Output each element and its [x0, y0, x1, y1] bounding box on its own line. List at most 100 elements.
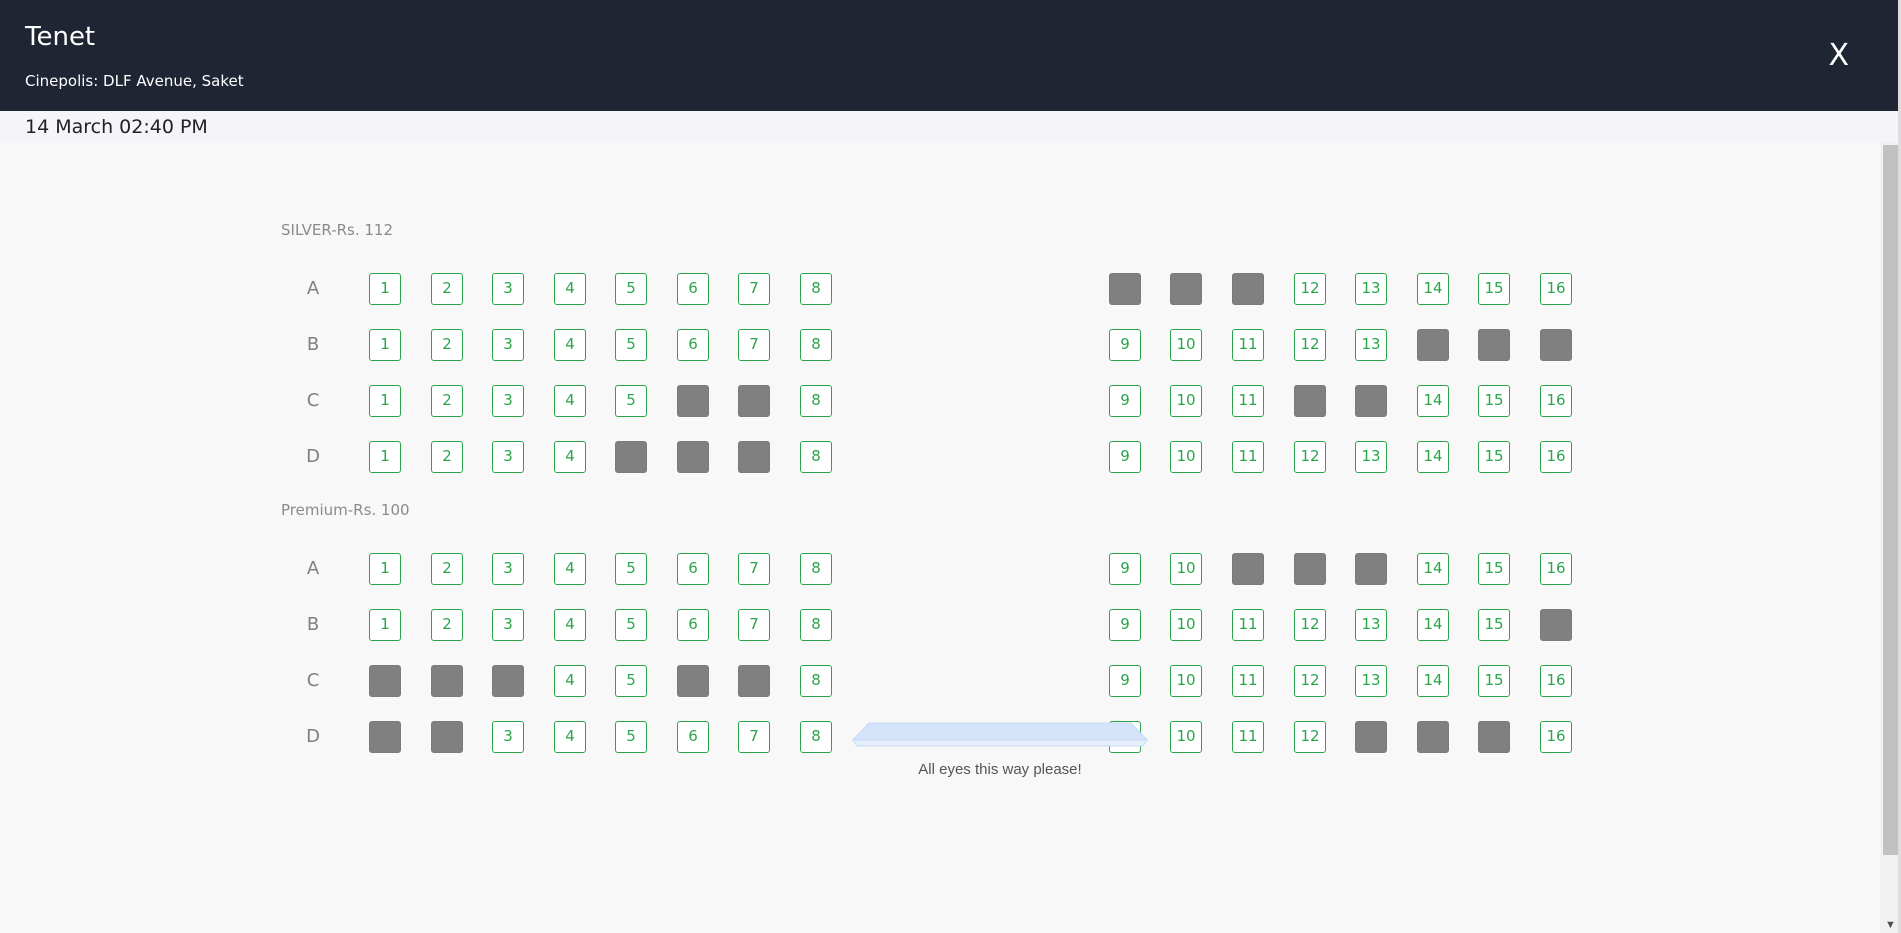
seat-available[interactable]: 3 [492, 441, 524, 473]
seat-available[interactable]: 10 [1170, 721, 1202, 753]
seat-available[interactable]: 14 [1417, 665, 1449, 697]
seat-available[interactable]: 7 [738, 609, 770, 641]
scroll-down-arrow-icon[interactable]: ▼ [1885, 919, 1896, 931]
seat-available[interactable]: 3 [492, 721, 524, 753]
seat-available[interactable]: 4 [554, 553, 586, 585]
seat-available[interactable]: 8 [800, 553, 832, 585]
seat-available[interactable]: 1 [369, 609, 401, 641]
seat-available[interactable]: 14 [1417, 273, 1449, 305]
seat-available[interactable]: 3 [492, 273, 524, 305]
seat-available[interactable]: 15 [1478, 273, 1510, 305]
seat-available[interactable]: 8 [800, 385, 832, 417]
seat-available[interactable]: 11 [1232, 385, 1264, 417]
seat-available[interactable]: 15 [1478, 609, 1510, 641]
seat-available[interactable]: 8 [800, 273, 832, 305]
seat-available[interactable]: 8 [800, 721, 832, 753]
seat-available[interactable]: 7 [738, 329, 770, 361]
seat-available[interactable]: 3 [492, 385, 524, 417]
seat-available[interactable]: 14 [1417, 609, 1449, 641]
seat-available[interactable]: 12 [1294, 665, 1326, 697]
seat-available[interactable]: 10 [1170, 385, 1202, 417]
seat-available[interactable]: 13 [1355, 273, 1387, 305]
seat-available[interactable]: 4 [554, 385, 586, 417]
seat-available[interactable]: 8 [800, 665, 832, 697]
seat-available[interactable]: 16 [1540, 553, 1572, 585]
seat-available[interactable]: 14 [1417, 441, 1449, 473]
seat-available[interactable]: 15 [1478, 441, 1510, 473]
seat-available[interactable]: 10 [1170, 329, 1202, 361]
seat-available[interactable]: 3 [492, 609, 524, 641]
seat-available[interactable]: 1 [369, 385, 401, 417]
seat-available[interactable]: 5 [615, 273, 647, 305]
seat-available[interactable]: 6 [677, 273, 709, 305]
seat-available[interactable]: 16 [1540, 665, 1572, 697]
seat-available[interactable]: 3 [492, 553, 524, 585]
seat-available[interactable]: 1 [369, 553, 401, 585]
seat-available[interactable]: 4 [554, 721, 586, 753]
seat-available[interactable]: 2 [431, 609, 463, 641]
seat-available[interactable]: 4 [554, 273, 586, 305]
seat-available[interactable]: 11 [1232, 441, 1264, 473]
seat-available[interactable]: 9 [1109, 665, 1141, 697]
seat-available[interactable]: 5 [615, 665, 647, 697]
seat-available[interactable]: 7 [738, 553, 770, 585]
seat-available[interactable]: 2 [431, 553, 463, 585]
seat-available[interactable]: 14 [1417, 553, 1449, 585]
seat-available[interactable]: 13 [1355, 329, 1387, 361]
seat-available[interactable]: 11 [1232, 721, 1264, 753]
seat-available[interactable]: 11 [1232, 665, 1264, 697]
seat-available[interactable]: 12 [1294, 441, 1326, 473]
seat-available[interactable]: 8 [800, 441, 832, 473]
seat-available[interactable]: 1 [369, 441, 401, 473]
seat-available[interactable]: 2 [431, 329, 463, 361]
seat-available[interactable]: 10 [1170, 665, 1202, 697]
seat-available[interactable]: 1 [369, 329, 401, 361]
seat-available[interactable]: 3 [492, 329, 524, 361]
seat-available[interactable]: 7 [738, 721, 770, 753]
seat-available[interactable]: 4 [554, 329, 586, 361]
seat-available[interactable]: 10 [1170, 441, 1202, 473]
seat-available[interactable]: 5 [615, 609, 647, 641]
seat-available[interactable]: 5 [615, 385, 647, 417]
seat-available[interactable]: 11 [1232, 329, 1264, 361]
seat-available[interactable]: 7 [738, 273, 770, 305]
seat-available[interactable]: 9 [1109, 609, 1141, 641]
seat-available[interactable]: 5 [615, 329, 647, 361]
seat-available[interactable]: 10 [1170, 609, 1202, 641]
seat-available[interactable]: 4 [554, 665, 586, 697]
scrollbar-thumb[interactable] [1883, 145, 1898, 855]
seat-available[interactable]: 6 [677, 609, 709, 641]
seat-available[interactable]: 6 [677, 329, 709, 361]
seat-available[interactable]: 11 [1232, 609, 1264, 641]
seat-available[interactable]: 13 [1355, 609, 1387, 641]
seat-available[interactable]: 16 [1540, 721, 1572, 753]
seat-available[interactable]: 5 [615, 721, 647, 753]
seat-available[interactable]: 4 [554, 609, 586, 641]
seat-available[interactable]: 8 [800, 609, 832, 641]
seat-available[interactable]: 16 [1540, 273, 1572, 305]
seat-available[interactable]: 12 [1294, 273, 1326, 305]
seat-available[interactable]: 12 [1294, 329, 1326, 361]
seat-available[interactable]: 12 [1294, 721, 1326, 753]
seat-available[interactable]: 14 [1417, 385, 1449, 417]
seat-available[interactable]: 9 [1109, 553, 1141, 585]
seat-available[interactable]: 2 [431, 273, 463, 305]
seat-available[interactable]: 16 [1540, 441, 1572, 473]
seat-available[interactable]: 5 [615, 553, 647, 585]
seat-available[interactable]: 10 [1170, 553, 1202, 585]
seat-available[interactable]: 6 [677, 553, 709, 585]
seat-available[interactable]: 9 [1109, 329, 1141, 361]
seat-available[interactable]: 8 [800, 329, 832, 361]
seat-available[interactable]: 9 [1109, 441, 1141, 473]
seat-available[interactable]: 12 [1294, 609, 1326, 641]
seat-available[interactable]: 13 [1355, 665, 1387, 697]
seat-available[interactable]: 15 [1478, 665, 1510, 697]
seat-available[interactable]: 6 [677, 721, 709, 753]
seat-available[interactable]: 2 [431, 385, 463, 417]
seat-available[interactable]: 9 [1109, 385, 1141, 417]
seat-available[interactable]: 16 [1540, 385, 1572, 417]
seat-available[interactable]: 15 [1478, 385, 1510, 417]
close-button[interactable]: X [1828, 38, 1849, 73]
seat-available[interactable]: 15 [1478, 553, 1510, 585]
seat-available[interactable]: 1 [369, 273, 401, 305]
